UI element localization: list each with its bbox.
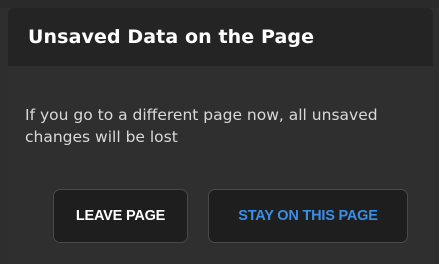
dialog-body: If you go to a different page now, all u… (8, 66, 433, 264)
dialog-title: Unsaved Data on the Page (28, 26, 315, 48)
dialog-message: If you go to a different page now, all u… (25, 106, 378, 146)
top-strip (0, 0, 439, 8)
unsaved-data-dialog: Unsaved Data on the Page If you go to a … (0, 0, 439, 264)
dialog-header: Unsaved Data on the Page (8, 8, 433, 66)
stay-on-page-button[interactable]: STAY ON THIS PAGE (208, 189, 408, 243)
leave-page-button[interactable]: LEAVE PAGE (53, 189, 188, 243)
